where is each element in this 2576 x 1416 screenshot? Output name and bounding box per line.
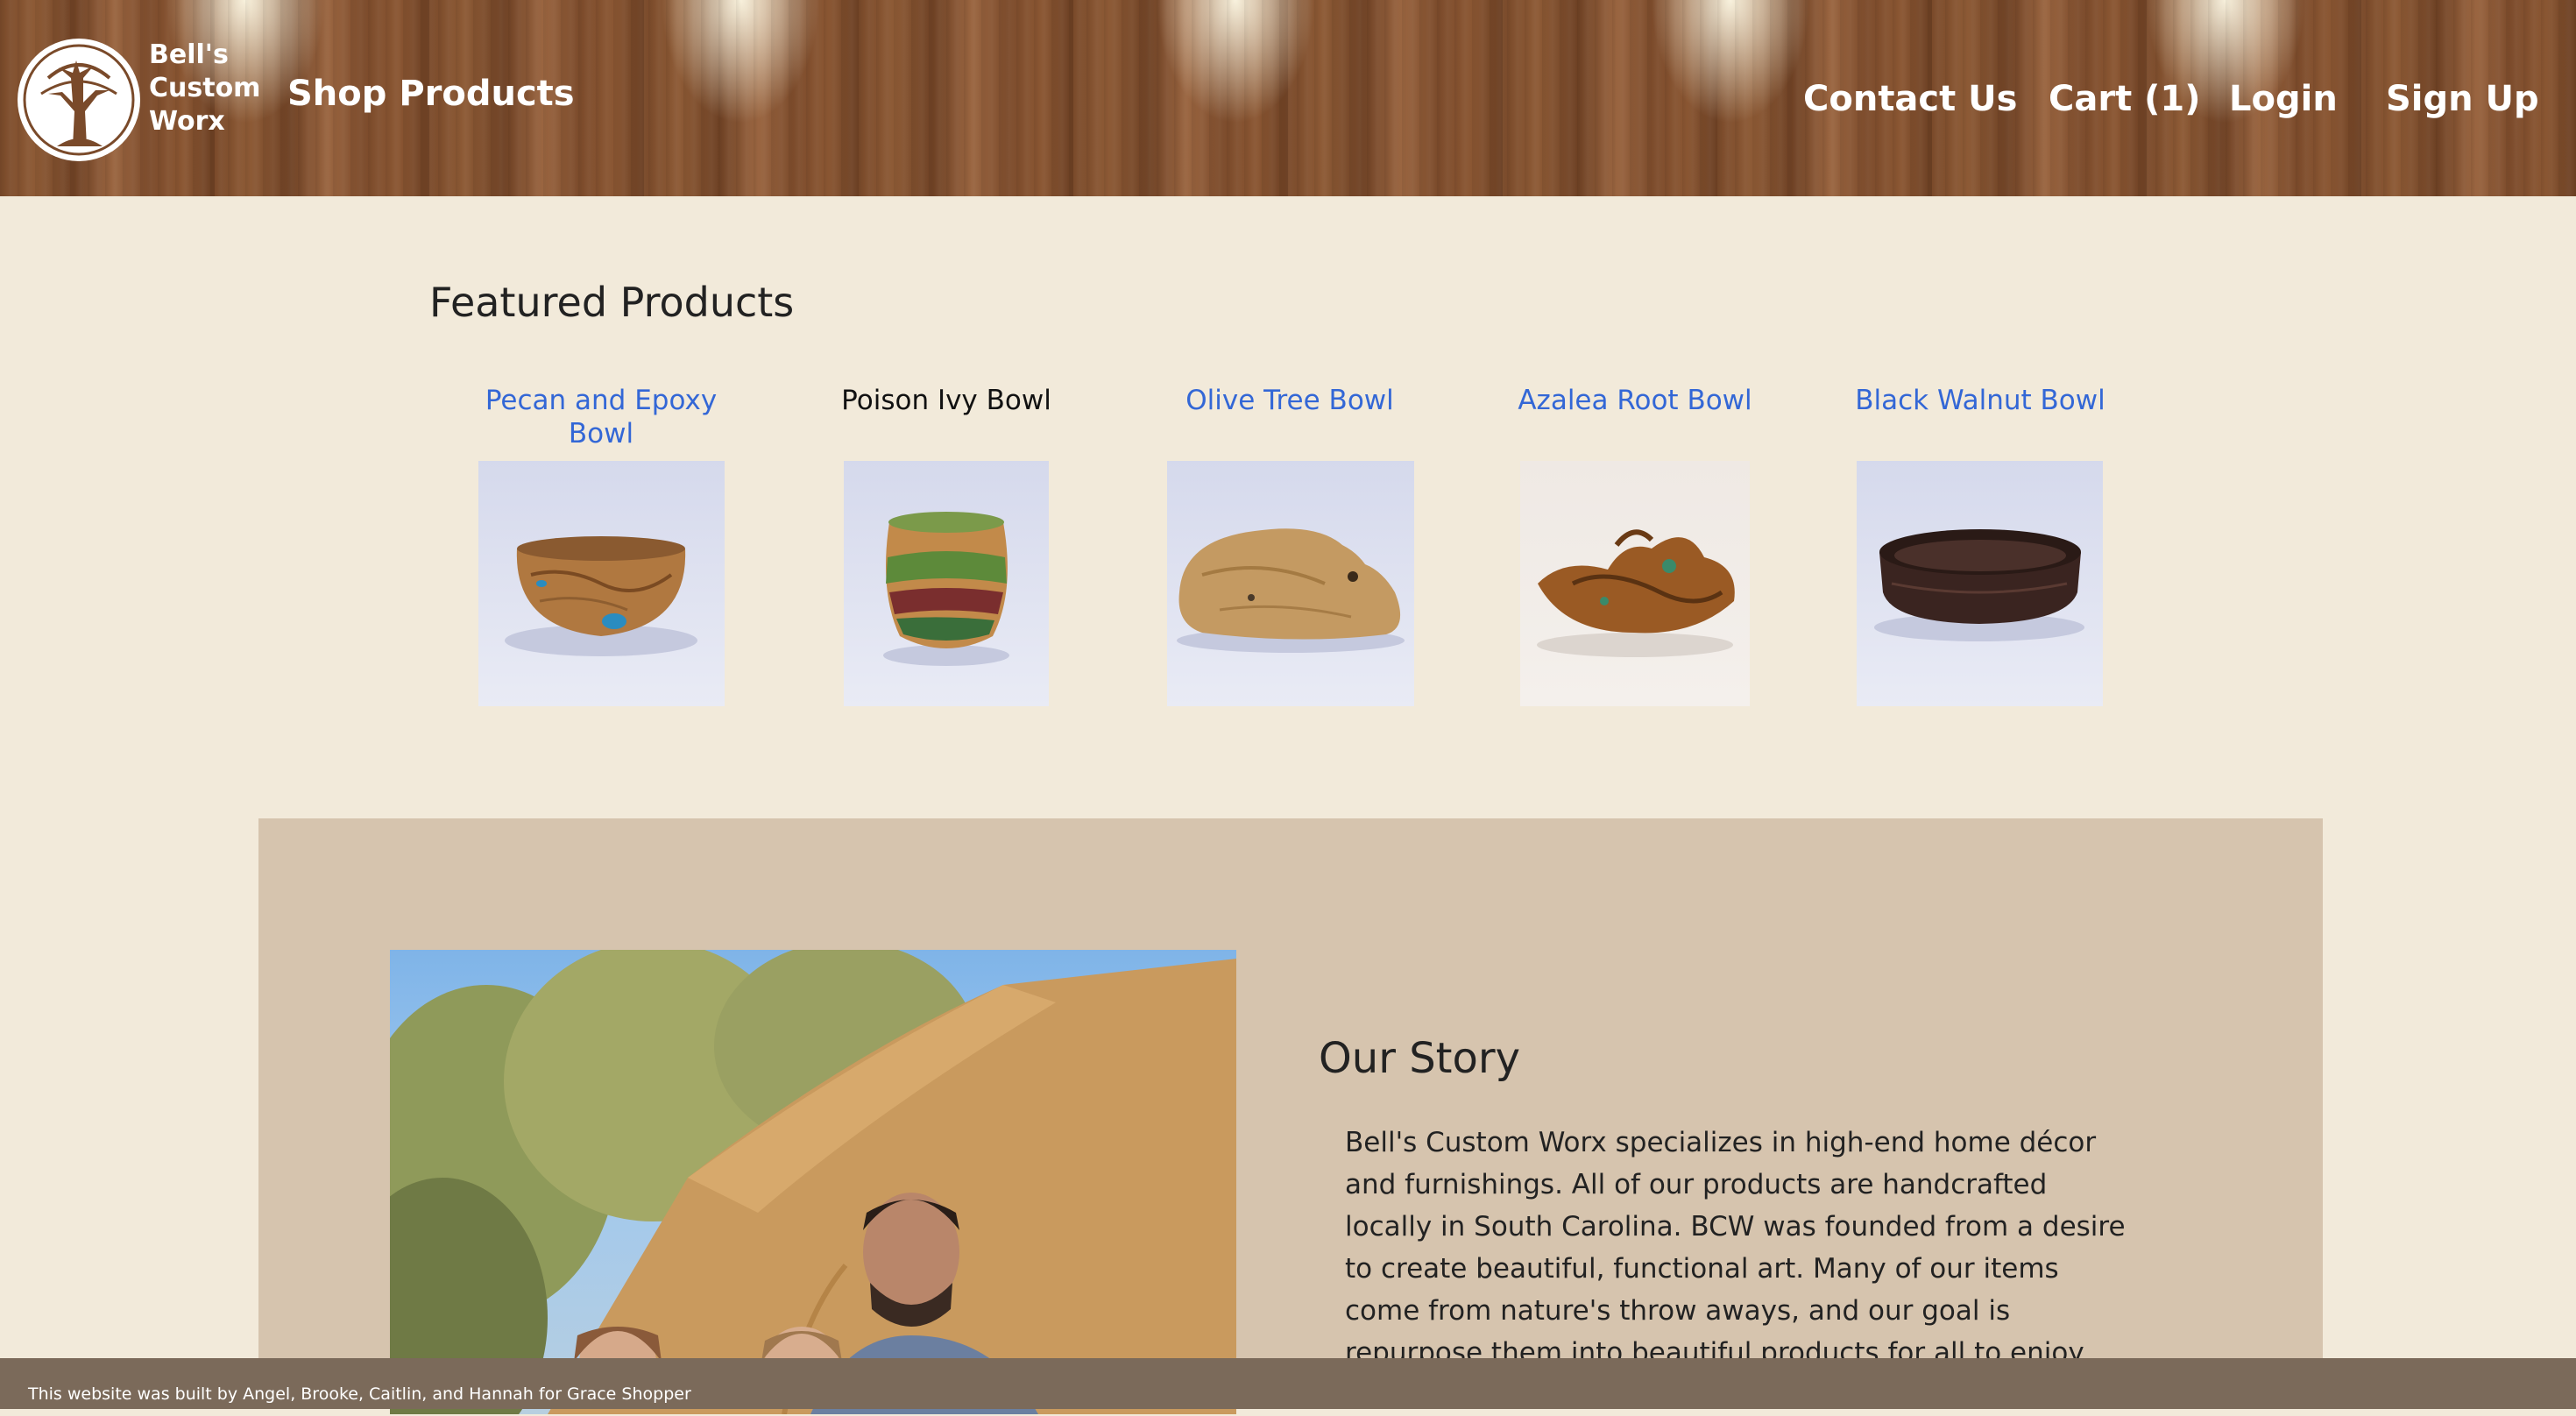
featured-title: Featured Products (429, 279, 795, 326)
brand-name[interactable]: Bell's Custom Worx (149, 39, 260, 138)
nav-contact-us[interactable]: Contact Us (1803, 79, 2017, 119)
nav-sign-up[interactable]: Sign Up (2386, 79, 2539, 119)
product-image-pecan[interactable] (478, 461, 725, 706)
our-story-section: Our Story Bell's Custom Worx specializes… (258, 818, 2323, 1414)
product-card: Azalea Root Bowl (1507, 384, 1763, 706)
our-story-title: Our Story (1319, 1034, 1520, 1083)
nav-shop-products[interactable]: Shop Products (287, 74, 575, 114)
product-card: Pecan and Epoxy Bowl (464, 384, 738, 706)
product-image-poison-ivy[interactable] (844, 461, 1049, 706)
site-header: Bell's Custom Worx Shop Products Contact… (0, 0, 2576, 196)
product-card: Poison Ivy Bowl (815, 384, 1078, 706)
logo-tree-icon[interactable] (18, 39, 140, 161)
nav-cart[interactable]: Cart (1) (2049, 79, 2201, 119)
family-photo (390, 950, 1236, 1414)
product-image-olive[interactable] (1167, 461, 1414, 706)
product-card: Black Walnut Bowl (1840, 384, 2120, 706)
brand-line-1: Bell's (149, 39, 229, 70)
product-name-link[interactable]: Olive Tree Bowl (1158, 384, 1421, 454)
product-name-link[interactable]: Azalea Root Bowl (1507, 384, 1763, 454)
product-name-link[interactable]: Black Walnut Bowl (1840, 384, 2120, 454)
nav-login[interactable]: Login (2229, 79, 2338, 119)
product-name-link[interactable]: Pecan and Epoxy Bowl (464, 384, 738, 454)
product-image-azalea[interactable] (1520, 461, 1750, 706)
brand-line-3: Worx (149, 106, 225, 137)
brand-line-2: Custom (149, 73, 261, 103)
product-name[interactable]: Poison Ivy Bowl (815, 384, 1078, 454)
footer-credits: This website was built by Angel, Brooke,… (28, 1384, 691, 1404)
site-footer: This website was built by Angel, Brooke,… (0, 1358, 2576, 1409)
product-image-black-walnut[interactable] (1857, 461, 2103, 706)
product-card: Olive Tree Bowl (1158, 384, 1421, 706)
